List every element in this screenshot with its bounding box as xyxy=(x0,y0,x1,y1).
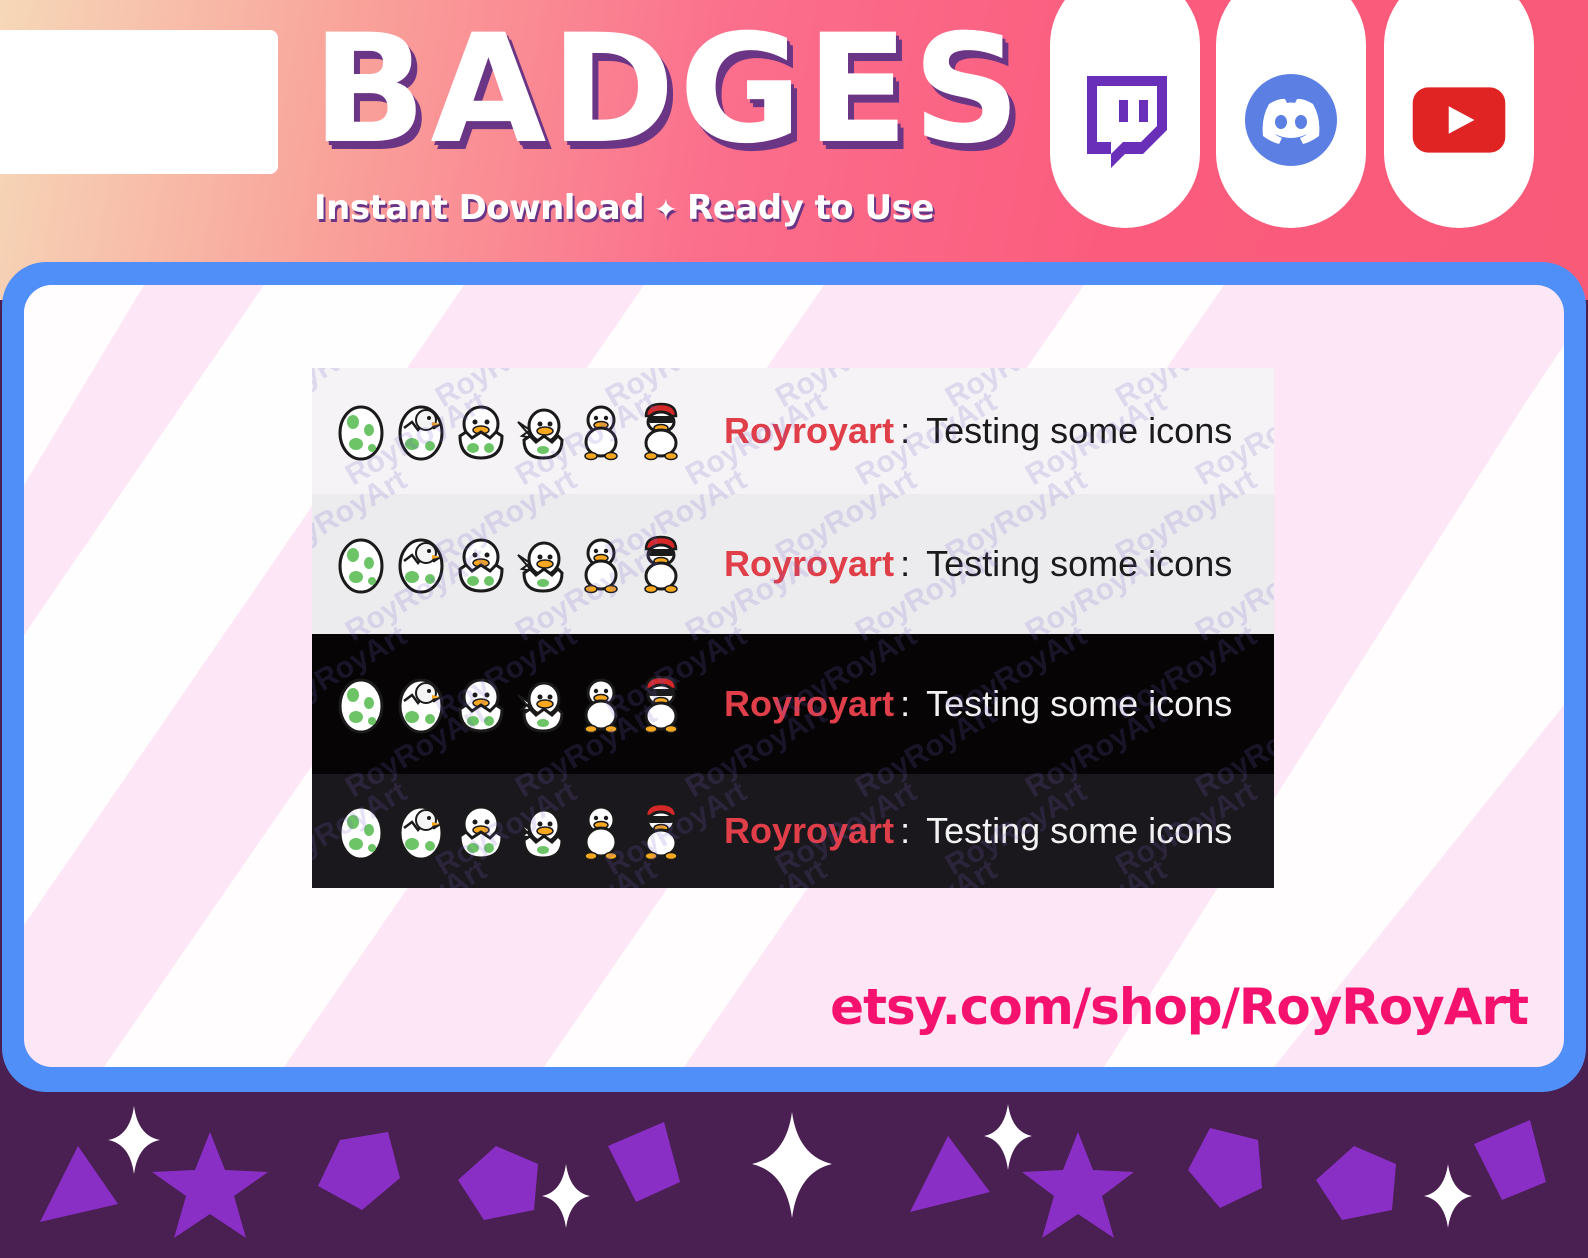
cracked-egg-chick-icon xyxy=(396,400,446,462)
cracked-egg-chick-icon xyxy=(396,673,446,735)
chat-row-light: Royroyart: Testing some icons xyxy=(312,368,1274,494)
winged-chick-egg-icon xyxy=(516,673,566,735)
badge-set xyxy=(336,800,696,862)
winged-chick-egg-icon xyxy=(516,533,566,595)
badge-set xyxy=(336,533,696,595)
footer-decorations xyxy=(0,1092,1588,1258)
subtitle-ready-to-use: Ready to Use xyxy=(687,188,934,228)
hatching-chick-icon xyxy=(456,400,506,462)
chat-separator: : xyxy=(900,543,911,584)
winged-chick-egg-icon xyxy=(516,400,566,462)
page-title: BADGES xyxy=(312,3,1025,177)
cool-chick-cap-sunglasses-icon xyxy=(636,800,686,862)
chat-row-dark-gray: Royroyart: Testing some icons xyxy=(312,774,1274,888)
chat-separator: : xyxy=(900,410,911,451)
chat-separator: : xyxy=(900,683,911,724)
sitting-chick-icon xyxy=(576,673,626,735)
logo-placeholder xyxy=(0,30,278,174)
youtube-pill xyxy=(1384,0,1534,228)
hatching-chick-icon xyxy=(456,673,506,735)
cool-chick-cap-sunglasses-icon xyxy=(636,673,686,735)
subtitle: Instant Download ✦ Ready to Use xyxy=(314,188,934,228)
cool-chick-cap-sunglasses-icon xyxy=(636,533,686,595)
header-banner: BADGES Instant Download ✦ Ready to Use xyxy=(0,0,1588,300)
egg-icon xyxy=(336,673,386,735)
egg-icon xyxy=(336,533,386,595)
youtube-icon xyxy=(1411,72,1507,168)
chat-username: Royroyart xyxy=(724,543,895,584)
egg-icon xyxy=(336,800,386,862)
sitting-chick-icon xyxy=(576,400,626,462)
sitting-chick-icon xyxy=(576,533,626,595)
chat-username: Royroyart xyxy=(724,410,895,451)
chat-message: Testing some icons xyxy=(926,410,1233,451)
chat-message: Testing some icons xyxy=(926,810,1233,851)
discord-pill xyxy=(1216,0,1366,228)
chat-separator: : xyxy=(900,810,911,851)
cracked-egg-chick-icon xyxy=(396,533,446,595)
chat-username: Royroyart xyxy=(724,683,895,724)
cool-chick-cap-sunglasses-icon xyxy=(636,400,686,462)
shop-url[interactable]: etsy.com/shop/RoyRoyArt xyxy=(830,978,1529,1036)
twitch-pill xyxy=(1050,0,1200,228)
egg-icon xyxy=(336,400,386,462)
hatching-chick-icon xyxy=(456,533,506,595)
chat-preview: Royroyart: Testing some icons Royroyart: T… xyxy=(312,368,1274,888)
winged-chick-egg-icon xyxy=(516,800,566,862)
badge-set xyxy=(336,673,696,735)
subtitle-instant-download: Instant Download xyxy=(314,188,645,228)
chat-message: Testing some icons xyxy=(926,683,1233,724)
badge-set xyxy=(336,400,696,462)
chat-row-light-gray: Royroyart: Testing some icons xyxy=(312,494,1274,634)
chat-message: Testing some icons xyxy=(926,543,1233,584)
twitch-icon xyxy=(1077,72,1173,168)
sitting-chick-icon xyxy=(576,800,626,862)
discord-icon xyxy=(1243,72,1339,168)
chat-row-dark: Royroyart: Testing some icons xyxy=(312,634,1274,774)
hatching-chick-icon xyxy=(456,800,506,862)
chat-username: Royroyart xyxy=(724,810,895,851)
sparkle-separator-icon: ✦ xyxy=(654,193,678,226)
cracked-egg-chick-icon xyxy=(396,800,446,862)
